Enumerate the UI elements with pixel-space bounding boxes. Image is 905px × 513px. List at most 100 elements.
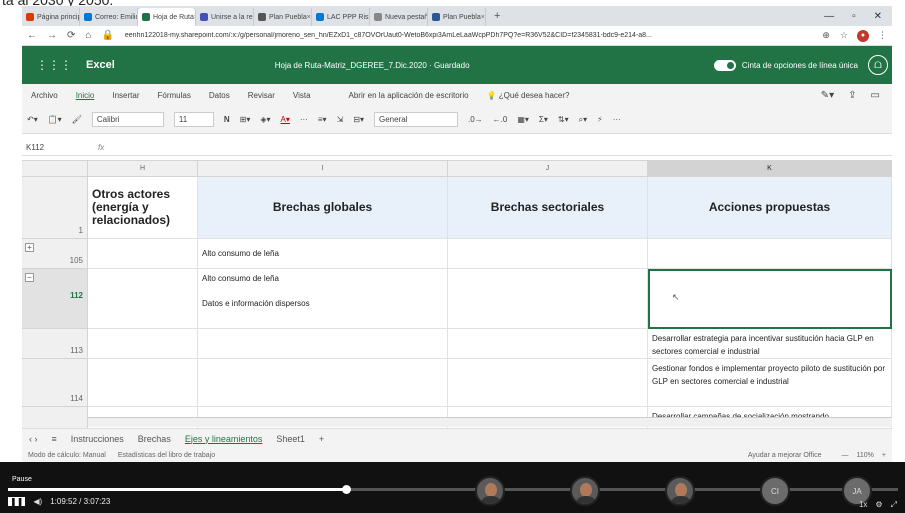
fill-color-icon[interactable]: ◈▾	[255, 115, 275, 124]
formula-input[interactable]	[110, 141, 892, 155]
star-icon[interactable]: ☆	[840, 30, 848, 41]
sort-filter-icon[interactable]: ⇅▾	[553, 115, 574, 124]
font-name-select[interactable]: Calibri	[91, 112, 164, 127]
browser-tab[interactable]: Plan Puebla ×	[428, 8, 486, 26]
document-title[interactable]: Hoja de Ruta-Matriz_DGEREE_7.Dic.2020 · …	[275, 61, 470, 70]
undo-icon[interactable]: ↶▾	[22, 115, 43, 124]
fullscreen-icon[interactable]: ⤢	[891, 500, 897, 510]
number-format-select[interactable]: General	[374, 112, 458, 127]
share-icon[interactable]: ⇪	[848, 90, 856, 101]
column-header-j[interactable]: J	[448, 161, 648, 177]
browser-tab[interactable]: Unirse a la reunión×	[196, 8, 254, 26]
maximize-icon[interactable]: ▫	[852, 11, 856, 22]
cell[interactable]: Desarrollar estrategia para incentivar s…	[648, 329, 892, 359]
pause-icon[interactable]: ❚❚	[8, 497, 26, 506]
merge-icon[interactable]: ⊟▾	[348, 115, 369, 124]
menu-archivo[interactable]: Archivo	[22, 91, 67, 100]
tell-me-search[interactable]: 💡 ¿Qué desea hacer?	[478, 91, 579, 100]
sheet-tab[interactable]: Ejes y lineamientos	[178, 434, 270, 444]
zoom-in-icon[interactable]: +	[876, 452, 892, 459]
more-font-icon[interactable]: ···	[295, 115, 313, 124]
zoom-out-icon[interactable]: —	[836, 452, 855, 459]
align-icon[interactable]: ≡▾	[313, 115, 332, 124]
cell[interactable]: Alto consumo de leña Datos e información …	[198, 269, 448, 329]
paste-icon[interactable]: 📋▾	[43, 115, 67, 124]
close-window-icon[interactable]: ✕	[874, 11, 882, 22]
open-desktop-button[interactable]: Abrir en la aplicación de escritorio	[340, 91, 478, 100]
menu-vista[interactable]: Vista	[284, 91, 320, 100]
settings-icon[interactable]: ⚙	[875, 500, 882, 510]
forward-icon[interactable]: →	[47, 30, 57, 41]
expand-group-icon[interactable]: +	[25, 243, 34, 252]
zoom-icon[interactable]: ⊕	[822, 30, 830, 41]
row-header[interactable]: 105 +	[22, 239, 88, 269]
browser-tab[interactable]: Hoja de Ruta×	[138, 8, 196, 26]
all-sheets-icon[interactable]: ≡	[45, 434, 64, 444]
format-painter-icon[interactable]: 🖌	[67, 115, 87, 124]
wrap-text-icon[interactable]: ⇲	[332, 115, 349, 124]
header-cell[interactable]: Otros actores (energía y relacionados)	[88, 177, 198, 239]
spreadsheet-grid[interactable]: H I J K 1 Otros actores (energía y relacionad…	[22, 160, 892, 429]
zoom-level[interactable]: 110%	[855, 452, 876, 459]
header-cell[interactable]: Acciones propuestas	[648, 177, 892, 239]
add-sheet-icon[interactable]: +	[312, 434, 331, 444]
cell[interactable]	[448, 359, 648, 407]
browser-tab[interactable]: Plan Puebla ×	[254, 8, 312, 26]
column-header-k[interactable]: K	[648, 161, 892, 177]
minimize-icon[interactable]: —	[824, 11, 834, 22]
bold-icon[interactable]: N	[219, 115, 235, 124]
horizontal-scrollbar[interactable]	[88, 417, 892, 427]
row-header[interactable]	[22, 407, 88, 429]
cell[interactable]	[88, 359, 198, 407]
borders-icon[interactable]: ⊞▾	[235, 115, 256, 124]
more-ribbon-icon[interactable]: ···	[608, 115, 626, 124]
font-size-select[interactable]: 11	[173, 112, 214, 127]
close-icon[interactable]: ×	[307, 14, 311, 21]
row-header[interactable]: 113	[22, 329, 88, 359]
sheet-tab[interactable]: Instrucciones	[64, 434, 131, 444]
menu-fórmulas[interactable]: Fórmulas	[149, 91, 200, 100]
edit-mode-icon[interactable]: ✎▾	[821, 90, 834, 101]
help-improve-link[interactable]: Ayudar a mejorar Office	[734, 452, 836, 459]
select-all-corner[interactable]	[22, 161, 88, 177]
more-icon[interactable]: ⋮	[878, 30, 887, 41]
browser-tab[interactable]: Página principal×	[22, 8, 80, 26]
sheet-tab[interactable]: Sheet1	[269, 434, 312, 444]
cell[interactable]	[648, 239, 892, 269]
name-box[interactable]: K112	[22, 143, 92, 152]
autosum-icon[interactable]: Σ▾	[534, 115, 553, 124]
row-header[interactable]: 112 −	[22, 269, 88, 329]
cell[interactable]	[448, 239, 648, 269]
back-icon[interactable]: ←	[27, 30, 37, 41]
close-icon[interactable]: ×	[481, 14, 485, 21]
comments-icon[interactable]: ▭	[871, 90, 880, 101]
workbook-stats-link[interactable]: Estadísticas del libro de trabajo	[112, 452, 221, 459]
row-header[interactable]: 114	[22, 359, 88, 407]
row-header[interactable]: 1	[22, 177, 88, 239]
ribbon-toggle[interactable]: Cinta de opciones de línea única	[713, 59, 858, 71]
browser-tab[interactable]: Nueva pestaña×	[370, 8, 428, 26]
reload-icon[interactable]: ⟳	[67, 30, 75, 41]
header-cell[interactable]: Brechas sectoriales	[448, 177, 648, 239]
profile-avatar[interactable]: ●	[857, 29, 869, 42]
menu-datos[interactable]: Datos	[200, 91, 239, 100]
font-color-icon[interactable]: A▾	[276, 115, 295, 124]
find-icon[interactable]: ⌕▾	[574, 115, 593, 125]
ideas-icon[interactable]: ⚡	[592, 115, 608, 124]
progress-knob[interactable]	[342, 485, 352, 494]
new-tab-icon[interactable]: +	[486, 10, 508, 22]
collapse-ribbon-icon[interactable]: ᗝ	[868, 55, 888, 75]
cell[interactable]: Gestionar fondos e implementar proyecto …	[648, 359, 892, 407]
column-header-h[interactable]: H	[88, 161, 198, 177]
cell[interactable]: Alto consumo de leña	[198, 239, 448, 269]
speed-button[interactable]: 1x	[859, 500, 867, 510]
menu-revisar[interactable]: Revisar	[239, 91, 284, 100]
url-input[interactable]: eenhn122018-my.sharepoint.com/:x:/g/pers…	[125, 32, 817, 39]
menu-inicio[interactable]: Inicio	[67, 91, 104, 100]
volume-icon[interactable]: ◀)	[33, 497, 42, 506]
cell[interactable]	[88, 329, 198, 359]
sheet-nav-icon[interactable]: ‹ ›	[22, 434, 45, 444]
home-icon[interactable]: ⌂	[85, 30, 91, 41]
header-cell[interactable]: Brechas globales	[198, 177, 448, 239]
collapse-group-icon[interactable]: −	[25, 273, 34, 282]
